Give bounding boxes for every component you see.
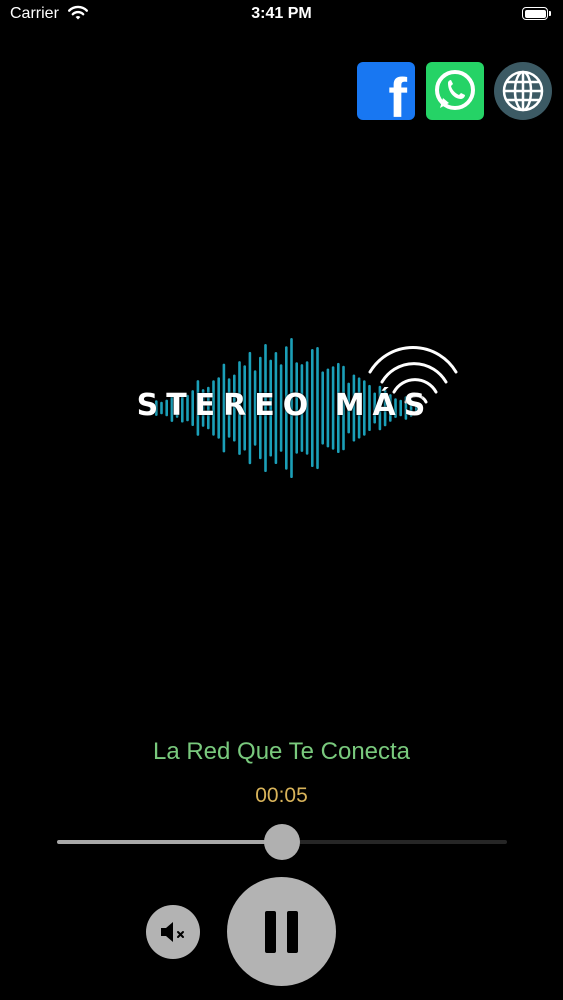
battery-icon <box>522 7 551 20</box>
progress-track-remaining <box>282 840 507 844</box>
globe-icon <box>502 70 544 112</box>
pause-button[interactable] <box>227 877 336 986</box>
pause-bar-right <box>287 911 298 953</box>
pause-bar-left <box>265 911 276 953</box>
logo-text: STEREO MÁS <box>136 388 434 423</box>
progress-slider[interactable] <box>57 824 507 860</box>
progress-thumb[interactable] <box>264 824 300 860</box>
status-bar: Carrier 3:41 PM <box>0 0 563 30</box>
facebook-button[interactable]: f <box>357 62 415 126</box>
facebook-icon: f <box>388 66 407 129</box>
whatsapp-icon <box>435 70 475 110</box>
website-button[interactable] <box>494 62 552 120</box>
speaker-muted-icon <box>161 922 184 942</box>
station-logo: STEREO MÁS <box>105 330 465 490</box>
mute-button[interactable] <box>146 905 200 959</box>
status-time: 3:41 PM <box>251 5 312 22</box>
whatsapp-button[interactable] <box>426 62 484 120</box>
progress-track-filled <box>57 840 282 844</box>
elapsed-time: 00:05 <box>255 784 308 807</box>
station-slogan: La Red Que Te Conecta <box>152 738 411 765</box>
